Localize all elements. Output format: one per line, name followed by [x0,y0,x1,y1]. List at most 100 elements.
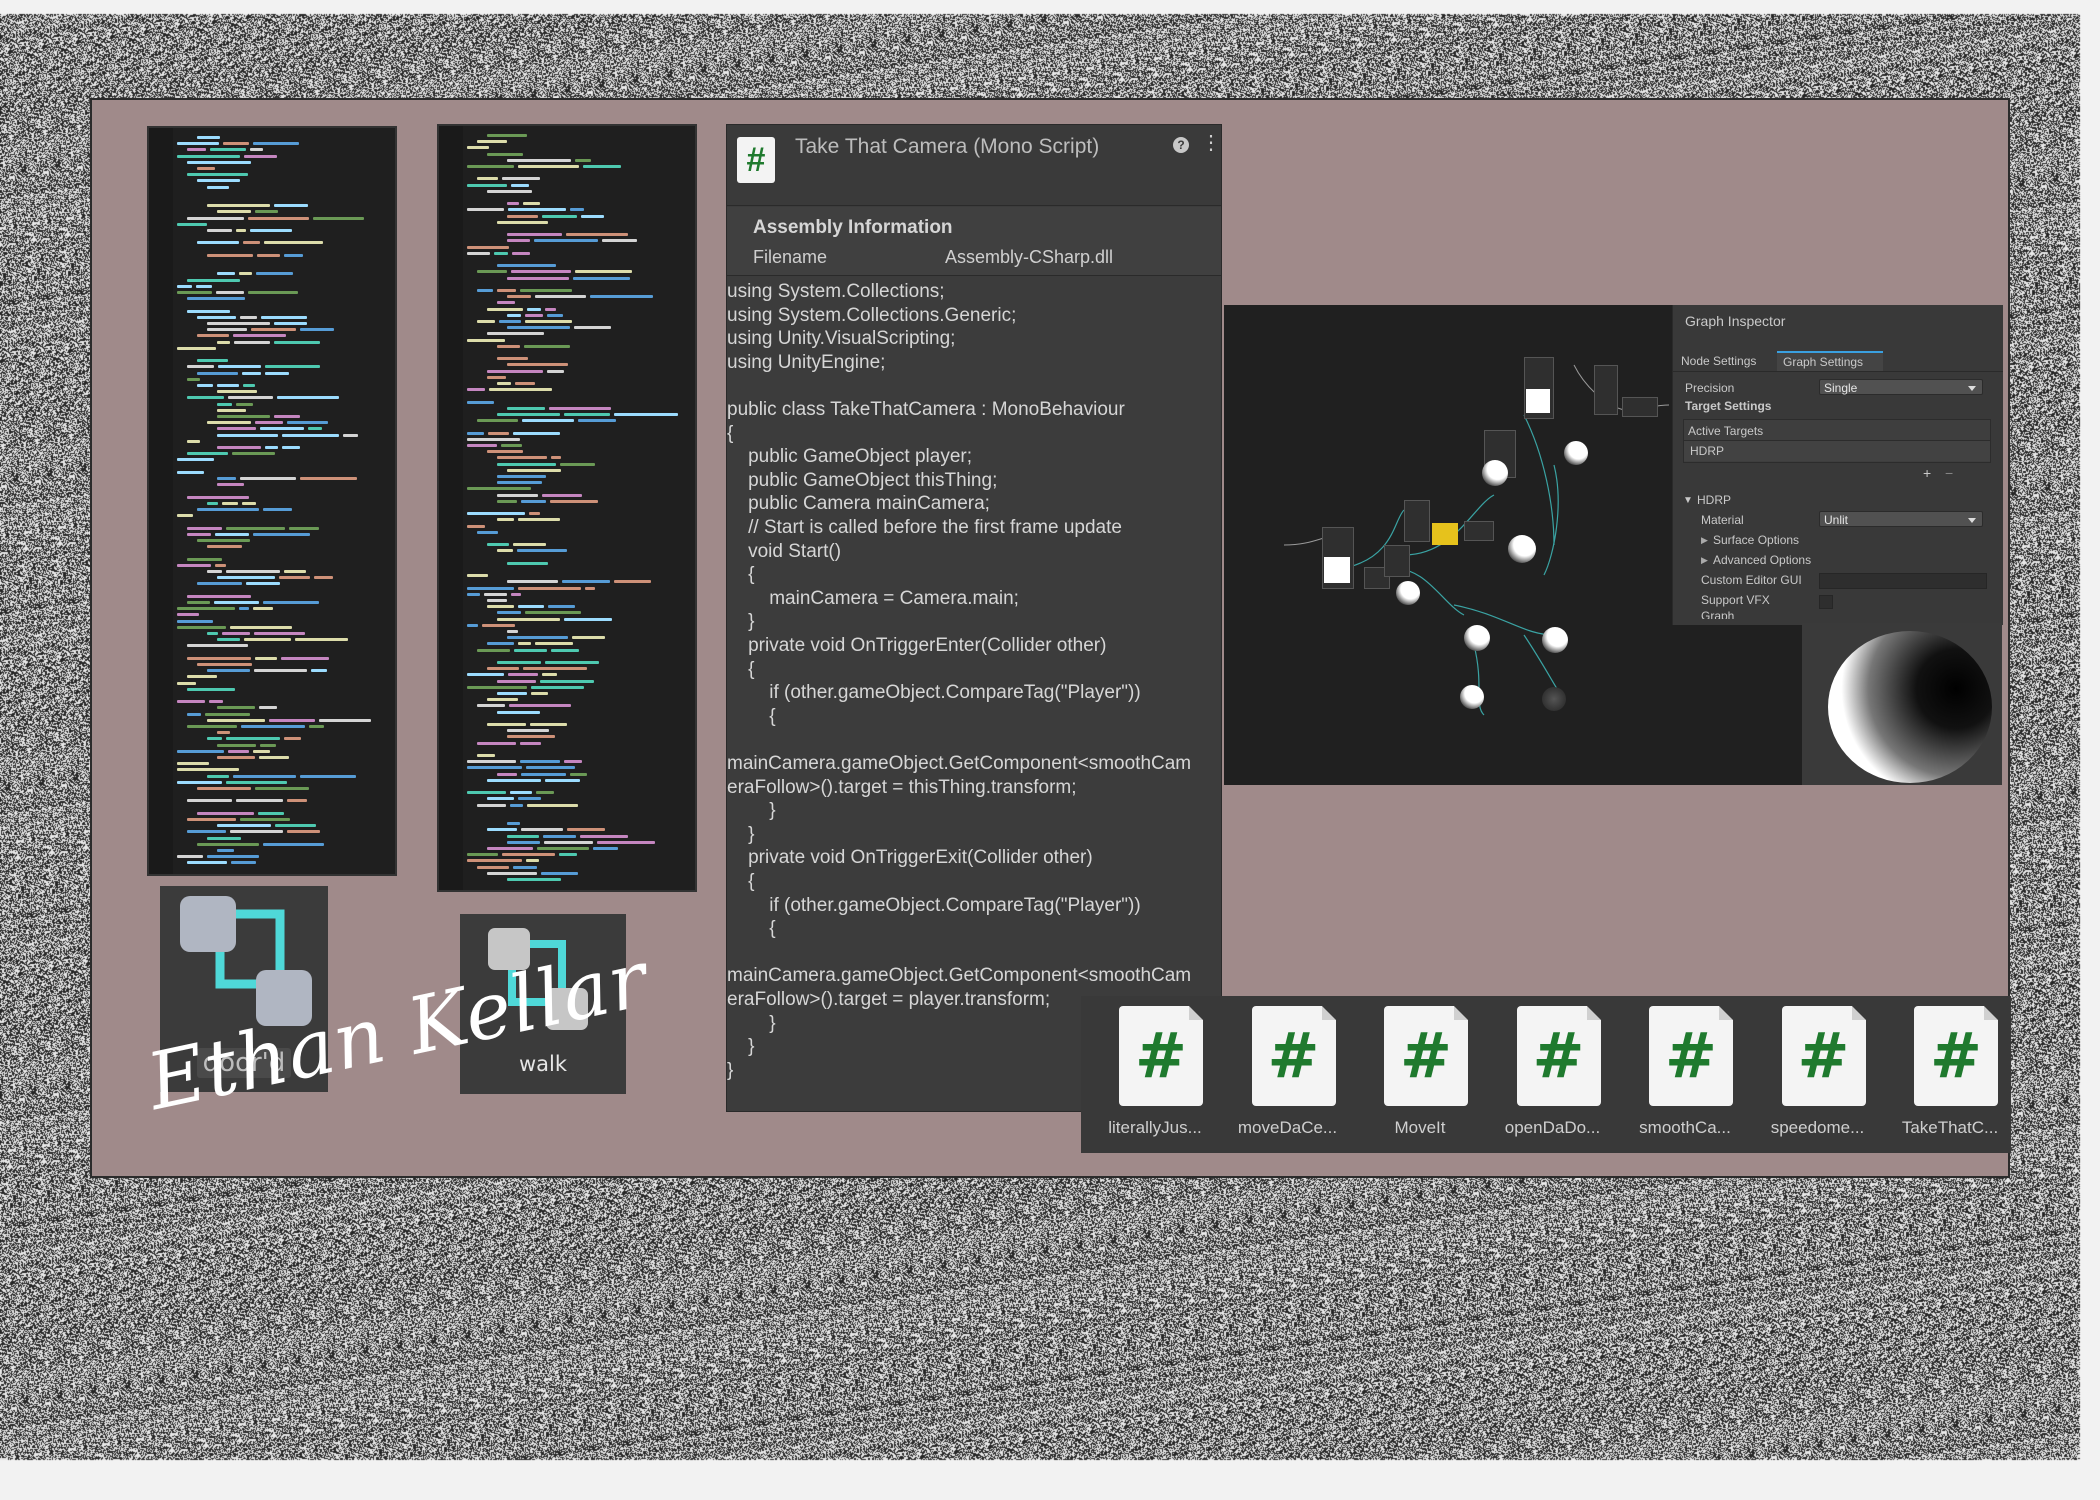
code-line-stroke [197,787,252,790]
precision-dropdown[interactable]: Single [1819,379,1983,395]
csharp-script-icon: # [1516,1006,1601,1106]
code-line-stroke [236,799,284,803]
script-label: smoothCa... [1639,1118,1731,1137]
code-line-stroke [313,216,365,220]
advanced-options-foldout[interactable]: Advanced Options [1713,553,1811,567]
code-line-stroke [544,661,600,664]
graph-node[interactable] [1594,365,1618,415]
code-line: { [727,422,734,444]
hdrp-section-heading[interactable]: HDRP [1697,493,1731,507]
tab-graph-settings[interactable]: Graph Settings [1783,355,1863,369]
code-line-stroke [572,636,606,640]
code-line-stroke [250,148,264,152]
code-line-stroke [481,623,516,627]
code-line-stroke [284,737,301,741]
script-asset[interactable]: # MoveIt [1360,1006,1480,1137]
script-label: moveDaCe... [1237,1118,1338,1137]
code-line-stroke [507,239,530,243]
tab-node-settings[interactable]: Node Settings [1681,354,1756,368]
code-screenshot-left [147,126,397,876]
code-line-stroke [467,251,490,255]
code-line-stroke [521,419,574,423]
code-line-stroke [497,344,521,348]
code-line-stroke [549,499,599,503]
code-line-stroke [177,514,194,518]
support-vfx-checkbox[interactable] [1819,595,1833,609]
code-line-stroke [517,586,581,590]
shader-graph-screenshot: Graph Inspector Node Settings Graph Sett… [1224,305,2003,785]
assembly-information: Assembly Information Filename Assembly-C… [727,207,1221,276]
code-line-stroke [250,229,293,232]
code-line: private void OnTriggerEnter(Collider oth… [727,635,1107,656]
code-line-stroke [530,723,567,726]
code-line-stroke [259,756,289,759]
code-line-stroke [467,673,504,677]
active-target-item[interactable]: HDRP [1690,444,1724,458]
code-line-stroke [563,760,583,764]
code-line-stroke [258,811,285,815]
script-asset[interactable]: # moveDaCe... [1228,1006,1348,1137]
code-line-stroke [497,493,539,497]
graph-node[interactable] [1404,500,1430,542]
code-line-stroke [255,656,277,660]
script-asset[interactable]: # speedome... [1758,1006,1878,1137]
code-line-stroke [467,574,488,578]
code-line-stroke [197,136,221,139]
material-dropdown[interactable]: Unlit [1819,511,1983,527]
kebab-menu-icon[interactable]: ⋮ [1201,133,1221,153]
code-line-stroke [255,210,279,214]
preview-sphere [1564,441,1588,465]
code-line-stroke [507,834,539,838]
expand-icon[interactable]: ▼ [1683,495,1693,506]
code-line-stroke [590,295,653,299]
graph-node[interactable] [1622,397,1658,417]
code-line-stroke [507,233,563,237]
code-line-stroke [477,648,510,652]
code-line: } [727,1059,734,1081]
code-line-stroke [197,663,252,666]
remove-target-button[interactable]: − [1945,465,1953,481]
collapsed-arrow-icon[interactable]: ▶ [1701,535,1708,546]
code-line-stroke [214,601,260,604]
script-asset[interactable]: # TakeThatC... [1890,1006,2010,1137]
code-line-stroke [517,605,545,609]
code-line-stroke [187,601,211,604]
code-line-stroke [569,772,588,776]
graph-node[interactable] [1384,545,1410,577]
code-line-stroke [507,561,549,565]
code-line-stroke [614,580,651,584]
code-line-stroke [217,446,261,449]
add-target-button[interactable]: + [1923,465,1931,481]
surface-options-foldout[interactable]: Surface Options [1713,533,1799,547]
code-line-stroke [487,828,517,832]
code-line-stroke [226,526,286,530]
code-line: } [727,823,755,845]
graph-node[interactable] [1464,521,1494,541]
code-line-stroke [497,710,540,714]
code-line-stroke [542,493,583,497]
code-line-stroke [252,532,311,536]
code-line-stroke [467,791,507,795]
code-line-stroke [497,611,522,615]
collapsed-arrow-icon[interactable]: ▶ [1701,555,1708,566]
code-line-stroke [221,501,239,505]
code-line-stroke [582,165,622,168]
code-line-stroke [497,301,516,305]
code-line-stroke [507,326,570,330]
code-line-stroke [477,530,498,534]
code-line-stroke [197,334,229,338]
code-line-stroke [467,437,521,441]
script-label: openDaDo... [1504,1118,1601,1137]
sticky-note[interactable] [1432,523,1458,545]
code-line-stroke [548,605,575,609]
script-asset[interactable]: # openDaDo... [1493,1006,1613,1137]
help-icon[interactable]: ? [1173,137,1189,153]
code-line-stroke [581,214,604,218]
code-line-stroke [501,177,540,181]
code-line-stroke [177,346,217,350]
inspector-title: Take That Camera (Mono Script) [795,135,1100,158]
custom-editor-gui-field[interactable] [1819,573,1987,589]
graph-inspector-title: Graph Inspector [1685,313,1786,329]
script-asset[interactable]: # literallyJus... [1095,1006,1215,1137]
script-asset[interactable]: # smoothCa... [1625,1006,1745,1137]
